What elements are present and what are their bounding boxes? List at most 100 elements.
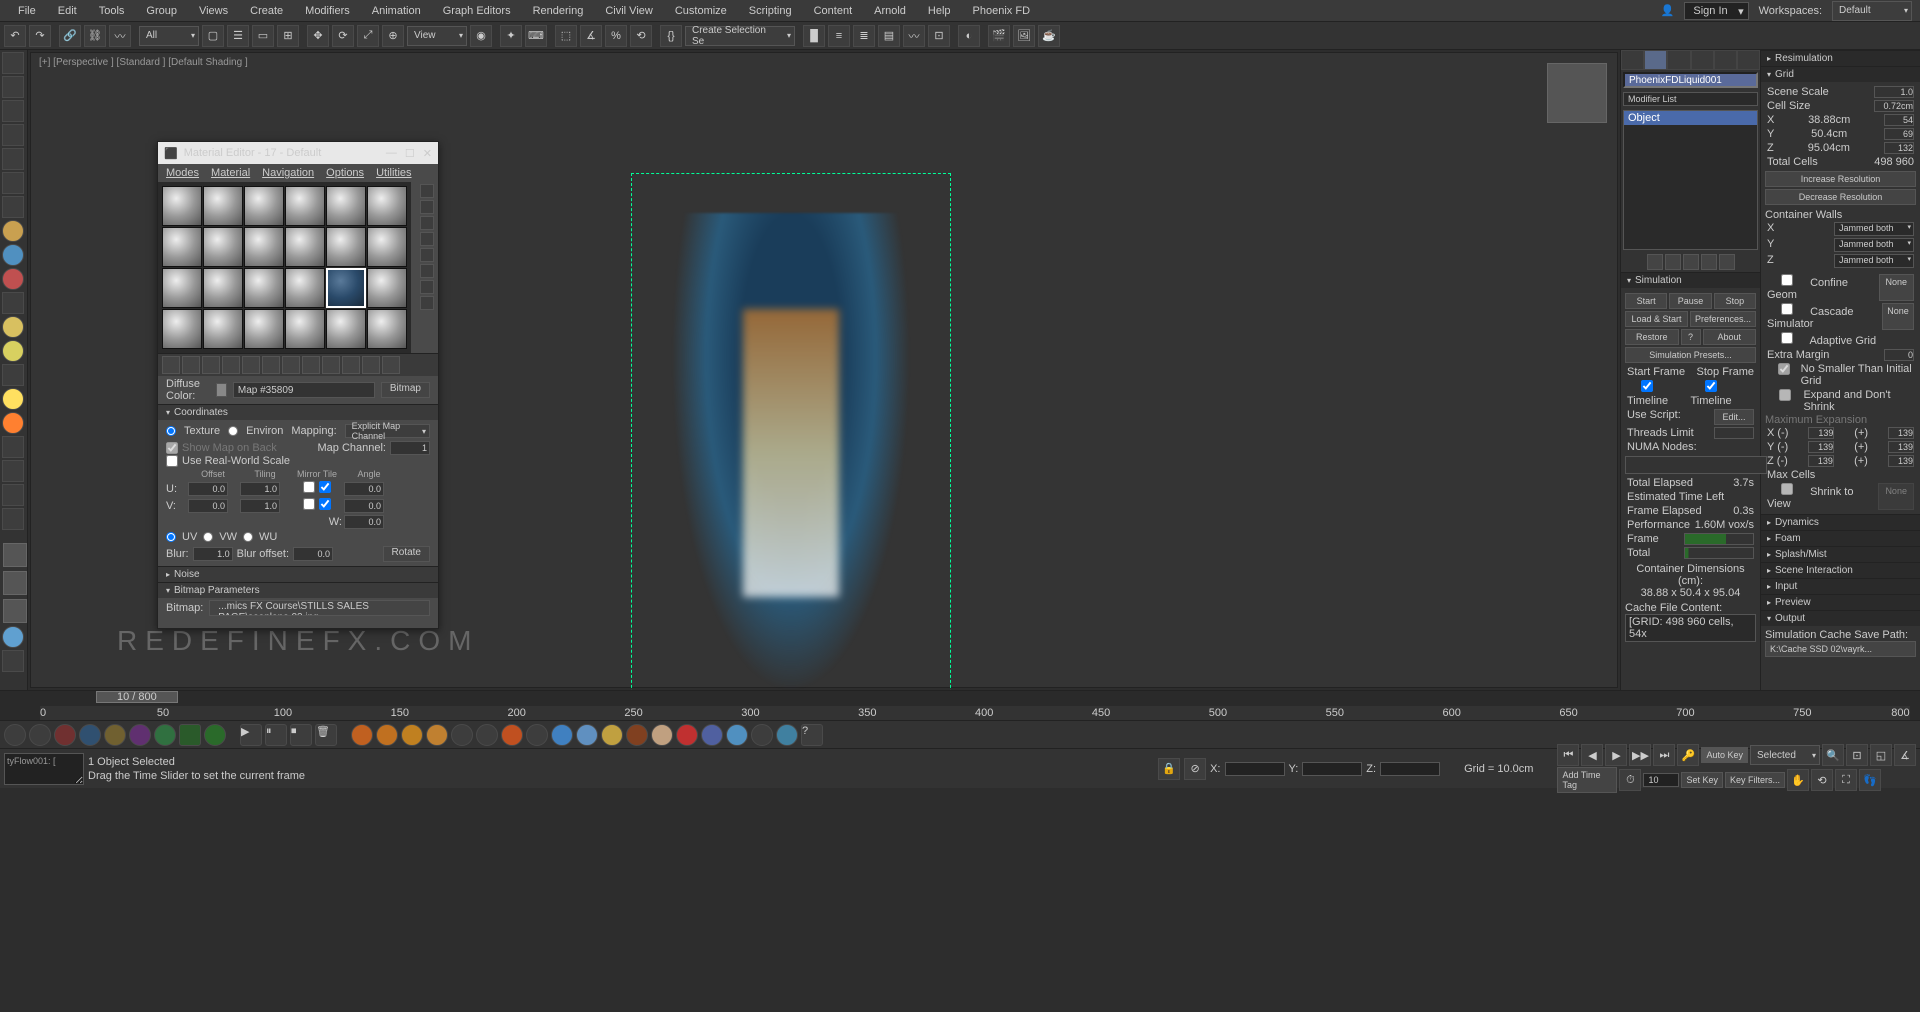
material-slot[interactable] [244, 186, 284, 226]
selection-filter-dropdown[interactable]: All [139, 26, 199, 46]
go-parent-icon[interactable] [362, 356, 380, 374]
current-frame-field[interactable] [1643, 773, 1679, 787]
keyfilters-button[interactable]: Key Filters... [1725, 772, 1785, 788]
camera-icon[interactable] [2, 244, 24, 266]
key-mode-icon[interactable]: 🔑 [1677, 744, 1699, 766]
misc-tool-2[interactable] [2, 460, 24, 482]
prev-frame-icon[interactable]: ◀ [1581, 744, 1603, 766]
menu-civilview[interactable]: Civil View [595, 2, 662, 20]
render-button[interactable]: ☕ [1038, 25, 1060, 47]
menu-grapheditors[interactable]: Graph Editors [433, 2, 521, 20]
menu-file[interactable]: File [8, 2, 46, 20]
nav-fov-icon[interactable]: ∡ [1894, 744, 1916, 766]
motion-tab-icon[interactable] [1691, 50, 1714, 70]
texture-radio[interactable] [166, 426, 176, 436]
select-manipulate-button[interactable]: ✦ [500, 25, 522, 47]
preset-7-icon[interactable] [501, 724, 523, 746]
schematic-button[interactable]: ⊡ [928, 25, 950, 47]
preset-coffee-icon[interactable] [626, 724, 648, 746]
splash-rollout-header[interactable]: Splash/Mist [1761, 546, 1920, 562]
me-menu-navigation[interactable]: Navigation [262, 167, 314, 179]
make-copy-icon[interactable] [242, 356, 260, 374]
edit-script-button[interactable]: Edit... [1714, 409, 1754, 425]
menu-animation[interactable]: Animation [362, 2, 431, 20]
material-editor-button[interactable]: ◐ [958, 25, 980, 47]
output-rollout-header[interactable]: Output [1761, 610, 1920, 626]
maxscript-listener[interactable]: tyFlow001: [ [4, 753, 84, 785]
edit-named-sel-button[interactable]: {} [660, 25, 682, 47]
material-slot[interactable] [367, 227, 407, 267]
viewport-layout-3[interactable] [3, 599, 27, 623]
material-slot-selected[interactable] [326, 268, 366, 308]
menu-phoenixfd[interactable]: Phoenix FD [963, 2, 1040, 20]
x-cells-spinner[interactable] [1884, 114, 1914, 126]
preset-ship-icon[interactable] [751, 724, 773, 746]
phx-tool-1-icon[interactable] [4, 724, 26, 746]
keyboard-shortcut-button[interactable]: ⌨ [525, 25, 547, 47]
spinner-snap-button[interactable]: ⟲ [630, 25, 652, 47]
toggle-ribbon-button[interactable]: ▤ [878, 25, 900, 47]
material-slot[interactable] [162, 227, 202, 267]
cache-path-button[interactable]: K:\Cache SSD 02\vayrk... [1765, 641, 1916, 657]
assign-icon[interactable] [202, 356, 220, 374]
restore-button[interactable]: Restore [1625, 329, 1679, 345]
menu-group[interactable]: Group [136, 2, 187, 20]
select-region-button[interactable]: ▭ [252, 25, 274, 47]
menu-help[interactable]: Help [918, 2, 961, 20]
start-timeline-checkbox[interactable] [1627, 380, 1667, 392]
wall-x-dropdown[interactable]: Jammed both [1834, 222, 1914, 236]
sphere-yellow-icon[interactable] [2, 316, 24, 338]
material-editor-titlebar[interactable]: ⬛ Material Editor - 17 - Default — ☐ ✕ [158, 142, 438, 164]
v-offset-spinner[interactable] [188, 499, 228, 513]
nav-walk-icon[interactable]: 👣 [1859, 769, 1881, 791]
menu-scripting[interactable]: Scripting [739, 2, 802, 20]
select-object-button[interactable]: ▢ [202, 25, 224, 47]
misc-tool-1[interactable] [2, 292, 24, 314]
workspace-dropdown[interactable]: Default [1832, 1, 1912, 21]
scene-scale-spinner[interactable] [1874, 86, 1914, 98]
dynamics-rollout-header[interactable]: Dynamics [1761, 514, 1920, 530]
pause-playback-button[interactable]: ⏸ [265, 724, 287, 746]
blur-spinner[interactable] [193, 547, 233, 561]
u-tile-checkbox[interactable] [319, 481, 331, 493]
preset-8-icon[interactable] [526, 724, 548, 746]
misc-tool-4[interactable] [2, 508, 24, 530]
wall-y-dropdown[interactable]: Jammed both [1834, 238, 1914, 252]
options-icon[interactable] [420, 280, 434, 294]
named-selection-dropdown[interactable]: Create Selection Se [685, 26, 795, 46]
create-shapes-icon[interactable] [2, 76, 24, 98]
preset-honey-icon[interactable] [651, 724, 673, 746]
autokey-button[interactable]: Auto Key [1701, 747, 1748, 763]
rendered-frame-button[interactable]: 🖼 [1013, 25, 1035, 47]
increase-resolution-button[interactable]: Increase Resolution [1765, 171, 1916, 187]
confine-geom-checkbox[interactable] [1767, 274, 1807, 286]
put-library-icon[interactable] [282, 356, 300, 374]
select-name-button[interactable]: ☰ [227, 25, 249, 47]
preset-ink-icon[interactable] [701, 724, 723, 746]
backlight-icon[interactable] [420, 200, 434, 214]
map-channel-spinner[interactable] [390, 441, 430, 455]
make-unique-icon[interactable] [1683, 254, 1699, 270]
rotate-button[interactable]: Rotate [383, 546, 430, 562]
confine-geom-button[interactable]: None [1879, 274, 1914, 301]
play-icon[interactable]: ▶ [1605, 744, 1627, 766]
preview-rollout-header[interactable]: Preview [1761, 594, 1920, 610]
me-menu-material[interactable]: Material [211, 167, 250, 179]
material-slot[interactable] [326, 227, 366, 267]
u-mirror-checkbox[interactable] [303, 481, 315, 493]
material-id-icon[interactable] [302, 356, 320, 374]
phx-tool-9-icon[interactable] [204, 724, 226, 746]
fire-icon[interactable] [2, 412, 24, 434]
background-icon[interactable] [420, 216, 434, 230]
create-lights-icon[interactable] [2, 100, 24, 122]
v-angle-spinner[interactable] [344, 499, 384, 513]
nav-orbit-icon[interactable]: ⟲ [1811, 769, 1833, 791]
create-tab-icon[interactable] [1621, 50, 1644, 70]
y-cells-spinner[interactable] [1884, 128, 1914, 140]
display-tab-icon[interactable] [1714, 50, 1737, 70]
nav-zoomext-icon[interactable]: ◱ [1870, 744, 1892, 766]
menu-arnold[interactable]: Arnold [864, 2, 916, 20]
add-time-tag-button[interactable]: Add Time Tag [1557, 767, 1617, 793]
make-unique-icon[interactable] [262, 356, 280, 374]
sphere-gold-icon[interactable] [2, 340, 24, 362]
